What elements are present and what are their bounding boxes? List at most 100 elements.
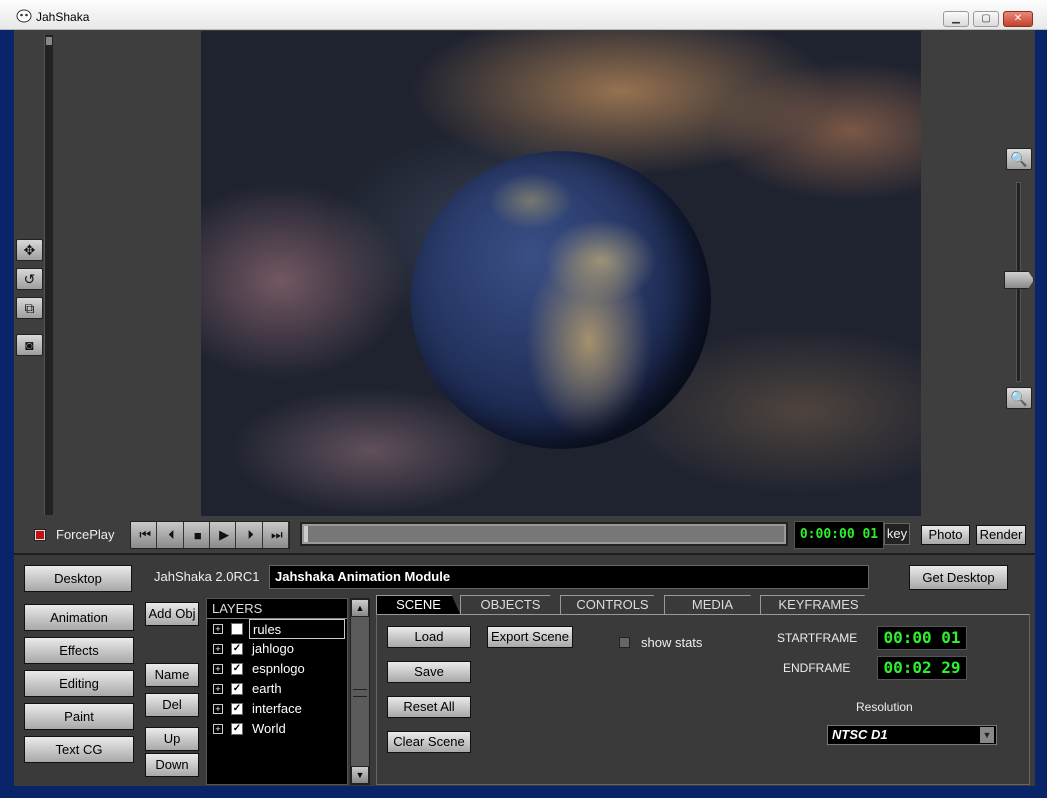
play-icon[interactable]: ▶ xyxy=(209,522,237,548)
tab-controls[interactable]: CONTROLS xyxy=(560,595,664,614)
layer-visible-checkbox[interactable]: ✓ xyxy=(231,643,243,655)
version-label: JahShaka 2.0RC1 xyxy=(154,569,260,584)
layer-row[interactable]: + ✓ espnlogo xyxy=(207,659,347,679)
stop-icon[interactable]: ■ xyxy=(183,522,210,548)
scroll-down-icon[interactable]: ▼ xyxy=(351,766,369,784)
timeline-playhead[interactable] xyxy=(304,526,308,542)
rewind-icon[interactable]: ⏮ xyxy=(131,522,158,548)
scrollbar-grip[interactable] xyxy=(353,689,367,697)
client-area: ✥ ↺ ⧉ ◙ 🔍 🔍 ForcePlay ⏮ ⏴ ■ ▶ ⏵ ⏭ 0:00:0… xyxy=(14,30,1035,786)
scroll-up-icon[interactable]: ▲ xyxy=(351,599,369,617)
tab-media[interactable]: MEDIA xyxy=(664,595,760,614)
export-scene-button[interactable]: Export Scene xyxy=(487,626,573,648)
layer-visible-checkbox[interactable]: ✓ xyxy=(231,683,243,695)
render-view[interactable] xyxy=(201,31,921,516)
expand-icon[interactable]: + xyxy=(213,724,223,734)
photo-button[interactable]: Photo xyxy=(921,525,970,545)
layer-visible-checkbox[interactable]: ✓ xyxy=(231,703,243,715)
layers-header: LAYERS xyxy=(207,599,347,619)
nav-animation-button[interactable]: Animation xyxy=(24,604,134,631)
forceplay-label: ForcePlay xyxy=(56,527,115,542)
get-desktop-button[interactable]: Get Desktop xyxy=(909,565,1008,590)
nav-paint-button[interactable]: Paint xyxy=(24,703,134,730)
step-forward-icon[interactable]: ⏵ xyxy=(236,522,263,548)
startframe-label: STARTFRAME xyxy=(777,631,858,645)
layer-name[interactable]: rules xyxy=(249,619,345,639)
playback-controls: ⏮ ⏴ ■ ▶ ⏵ ⏭ xyxy=(130,521,290,549)
resolution-select[interactable]: NTSC D1 ▼ xyxy=(827,725,997,745)
viewport-scrollbar[interactable] xyxy=(44,35,53,515)
close-button[interactable]: ✕ xyxy=(1003,11,1033,27)
transport-bar: ForcePlay ⏮ ⏴ ■ ▶ ⏵ ⏭ 0:00:00 01 key Pho… xyxy=(14,517,1035,553)
save-button[interactable]: Save xyxy=(387,661,471,683)
show-stats-checkbox[interactable] xyxy=(619,637,630,648)
tab-scene[interactable]: SCENE xyxy=(376,595,460,614)
layer-row[interactable]: + ✓ interface xyxy=(207,699,347,719)
minimize-button[interactable]: ▁ xyxy=(943,11,969,27)
desktop-button[interactable]: Desktop xyxy=(24,565,132,592)
expand-icon[interactable]: + xyxy=(213,704,223,714)
tab-strip: SCENE OBJECTS CONTROLS MEDIA KEYFRAMES xyxy=(376,595,1030,615)
startframe-field[interactable]: 00:00 01 xyxy=(877,626,967,650)
move-icon[interactable]: ✥ xyxy=(16,239,43,261)
layer-row[interactable]: + ✓ World xyxy=(207,719,347,739)
expand-icon[interactable]: + xyxy=(213,684,223,694)
zoom-slider-thumb[interactable] xyxy=(1004,271,1034,289)
show-stats-label: show stats xyxy=(641,635,703,650)
layer-visible-checkbox[interactable]: ✓ xyxy=(231,663,243,675)
key-button[interactable]: key xyxy=(884,523,910,545)
layer-row[interactable]: + ✓ jahlogo xyxy=(207,639,347,659)
earth-globe xyxy=(411,151,711,449)
camera-icon[interactable]: ◙ xyxy=(16,334,43,356)
del-button[interactable]: Del xyxy=(145,693,199,717)
expand-icon[interactable]: + xyxy=(213,644,223,654)
expand-icon[interactable]: + xyxy=(213,624,223,634)
layer-name[interactable]: jahlogo xyxy=(249,639,297,659)
chevron-down-icon[interactable]: ▼ xyxy=(980,727,994,743)
resolution-label: Resolution xyxy=(856,700,913,714)
tab-objects[interactable]: OBJECTS xyxy=(460,595,560,614)
timecode-display: 0:00:00 01 xyxy=(794,521,884,549)
layer-name[interactable]: World xyxy=(249,719,289,739)
render-button[interactable]: Render xyxy=(976,525,1026,545)
forceplay-checkbox[interactable] xyxy=(34,529,46,541)
nav-editing-button[interactable]: Editing xyxy=(24,670,134,697)
load-button[interactable]: Load xyxy=(387,626,471,648)
resolution-value: NTSC D1 xyxy=(832,727,888,742)
fast-forward-icon[interactable]: ⏭ xyxy=(262,522,289,548)
down-button[interactable]: Down xyxy=(145,753,199,777)
scale-icon[interactable]: ⧉ xyxy=(16,297,43,319)
zoom-in-icon[interactable]: 🔍 xyxy=(1006,148,1032,170)
zoom-out-icon[interactable]: 🔍 xyxy=(1006,387,1032,409)
title-bar[interactable]: JahShaka ▁ ▢ ✕ xyxy=(0,0,1047,30)
scrollbar-thumb[interactable] xyxy=(46,37,52,45)
layer-row[interactable]: + rules xyxy=(207,619,347,639)
nav-effects-button[interactable]: Effects xyxy=(24,637,134,664)
layer-name[interactable]: espnlogo xyxy=(249,659,308,679)
endframe-field[interactable]: 00:02 29 xyxy=(877,656,967,680)
name-button[interactable]: Name xyxy=(145,663,199,687)
layers-list: LAYERS + rules + ✓ jahlogo + ✓ espnlogo + ✓ ear… xyxy=(206,598,348,785)
layers-scrollbar[interactable]: ▲ ▼ xyxy=(350,598,370,785)
tab-keyframes[interactable]: KEYFRAMES xyxy=(760,595,876,614)
nav-textcg-button[interactable]: Text CG xyxy=(24,736,134,763)
maximize-button[interactable]: ▢ xyxy=(973,11,999,27)
step-back-icon[interactable]: ⏴ xyxy=(157,522,184,548)
layer-visible-checkbox[interactable]: ✓ xyxy=(231,723,243,735)
clear-scene-button[interactable]: Clear Scene xyxy=(387,731,471,753)
rotate-icon[interactable]: ↺ xyxy=(16,268,43,290)
reset-all-button[interactable]: Reset All xyxy=(387,696,471,718)
up-button[interactable]: Up xyxy=(145,727,199,751)
layer-name[interactable]: interface xyxy=(249,699,305,719)
window-title: JahShaka xyxy=(36,10,90,24)
add-obj-button[interactable]: Add Obj xyxy=(145,602,199,626)
layer-visible-checkbox[interactable] xyxy=(231,623,243,635)
expand-icon[interactable]: + xyxy=(213,664,223,674)
timeline-slider[interactable] xyxy=(300,522,788,546)
endframe-label: ENDFRAME xyxy=(783,661,851,675)
viewport: ✥ ↺ ⧉ ◙ 🔍 🔍 xyxy=(14,30,1035,516)
layer-row[interactable]: + ✓ earth xyxy=(207,679,347,699)
scene-tabs: SCENE OBJECTS CONTROLS MEDIA KEYFRAMES L… xyxy=(376,595,1030,785)
app-window: JahShaka ▁ ▢ ✕ ✥ ↺ ⧉ ◙ 🔍 🔍 ForcePlay ⏮ ⏴ xyxy=(0,0,1047,798)
layer-name[interactable]: earth xyxy=(249,679,285,699)
